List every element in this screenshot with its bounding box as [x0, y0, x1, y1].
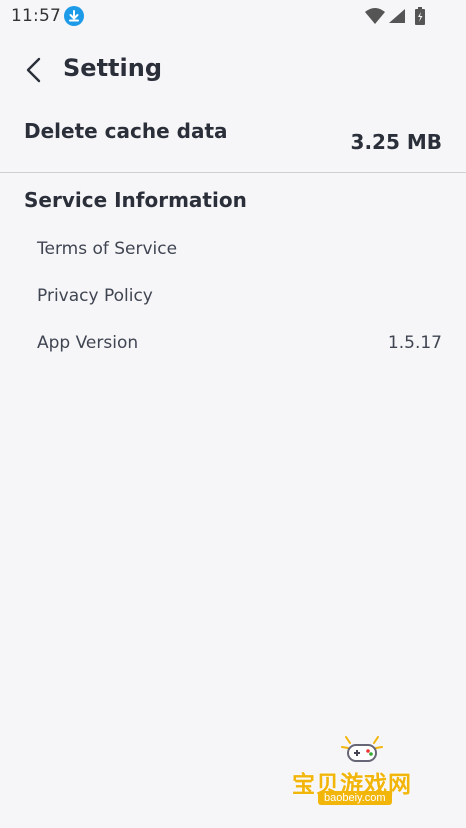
delete-cache-row[interactable]: Delete cache data 3.25 MB — [0, 110, 466, 172]
gamepad-icon — [341, 736, 383, 762]
back-button[interactable] — [18, 54, 50, 86]
status-time: 11:57 — [11, 6, 61, 26]
privacy-policy-item[interactable]: Privacy Policy — [0, 277, 466, 317]
terms-of-service-label: Terms of Service — [37, 239, 178, 259]
cell-signal-icon — [388, 8, 406, 28]
battery-icon — [414, 7, 426, 29]
download-icon — [64, 6, 84, 26]
delete-cache-label: Delete cache data — [24, 119, 228, 143]
chevron-left-icon — [26, 57, 41, 83]
app-version-label: App Version — [37, 333, 139, 353]
section-title-service-information: Service Information — [24, 188, 247, 212]
watermark: 宝贝游戏网 baobeiy.com — [288, 735, 438, 825]
app-version-item[interactable]: App Version 1.5.17 — [0, 324, 466, 364]
wifi-icon — [364, 7, 386, 29]
status-bar: 11:57 — [0, 0, 466, 32]
cache-size-value: 3.25 MB — [350, 130, 442, 154]
watermark-url: baobeiy.com — [318, 791, 392, 805]
divider — [0, 172, 466, 173]
terms-of-service-item[interactable]: Terms of Service — [0, 230, 466, 270]
app-version-value: 1.5.17 — [387, 333, 442, 353]
app-header: Setting — [0, 44, 466, 96]
page-title: Setting — [63, 54, 162, 82]
privacy-policy-label: Privacy Policy — [37, 286, 153, 306]
